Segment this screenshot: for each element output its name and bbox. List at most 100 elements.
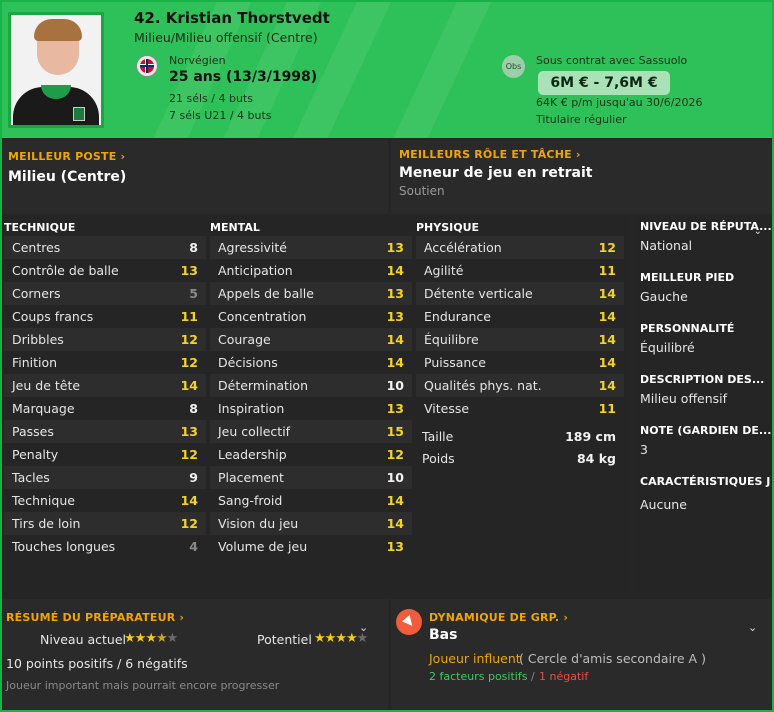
weight-row: Poids 84 kg	[414, 448, 624, 470]
attribute-value: 14	[386, 493, 404, 508]
technique-attribute-row[interactable]: Corners 5	[4, 282, 206, 305]
star-icon: ★	[134, 631, 147, 646]
attribute-value: 11	[180, 309, 198, 324]
attribute-value: 10	[386, 470, 404, 485]
physique-attribute-row[interactable]: Accélération 12	[416, 236, 624, 259]
best-position-panel[interactable]: MEILLEUR POSTE › Milieu (Centre)	[2, 140, 388, 214]
attribute-name: Endurance	[424, 309, 491, 324]
team-dynamics-link[interactable]: DYNAMIQUE DE GRP. ›	[429, 611, 568, 624]
mental-attribute-row[interactable]: Leadership 12	[210, 443, 412, 466]
technique-attribute-row[interactable]: Dribbles 12	[4, 328, 206, 351]
attribute-value: 12	[180, 447, 198, 462]
mental-attribute-row[interactable]: Sang-froid 14	[210, 489, 412, 512]
attribute-name: Anticipation	[218, 263, 293, 278]
technique-attribute-row[interactable]: Tirs de loin 12	[4, 512, 206, 535]
technique-attribute-row[interactable]: Touches longues 4	[4, 535, 206, 558]
side-info-value: Équilibré	[640, 340, 695, 355]
attribute-value: 14	[598, 309, 616, 324]
physique-attribute-row[interactable]: Qualités phys. nat. 14	[416, 374, 624, 397]
attribute-name: Qualités phys. nat.	[424, 378, 542, 393]
attribute-value: 12	[180, 355, 198, 370]
mental-attribute-row[interactable]: Appels de balle 13	[210, 282, 412, 305]
side-info-block: PERSONNALITÉ Équilibré	[640, 322, 772, 355]
attribute-name: Équilibre	[424, 332, 479, 347]
attribute-name: Touches longues	[12, 539, 116, 554]
technique-attribute-row[interactable]: Penalty 12	[4, 443, 206, 466]
mental-attribute-row[interactable]: Détermination 10	[210, 374, 412, 397]
mental-attribute-row[interactable]: Agressivité 13	[210, 236, 412, 259]
coach-report-panel[interactable]: RÉSUMÉ DU PRÉPARATEUR › ⌄ Niveau actuel …	[2, 599, 388, 710]
attribute-value: 8	[189, 401, 198, 416]
star-icon: ★	[124, 631, 136, 646]
wage-and-expiry: 64K € p/m jusqu'au 30/6/2026	[536, 96, 703, 109]
technique-attribute-row[interactable]: Tacles 9	[4, 466, 206, 489]
star-icon: ★	[166, 631, 179, 646]
attribute-value: 13	[180, 424, 198, 439]
attribute-value: 14	[180, 378, 198, 393]
mental-attribute-row[interactable]: Courage 14	[210, 328, 412, 351]
side-info-key: NIVEAU DE RÉPUTA...	[640, 220, 772, 233]
social-circle: ( Cercle d'amis secondaire A )	[519, 651, 706, 666]
physique-attribute-row[interactable]: Détente verticale 14	[416, 282, 624, 305]
technique-attribute-row[interactable]: Finition 12	[4, 351, 206, 374]
attribute-value: 13	[386, 309, 404, 324]
technique-attribute-row[interactable]: Marquage 8	[4, 397, 206, 420]
coach-report-link[interactable]: RÉSUMÉ DU PRÉPARATEUR ›	[6, 611, 184, 624]
coach-points: 10 points positifs / 6 négatifs	[6, 656, 188, 671]
chevron-down-icon[interactable]: ⌄	[748, 621, 757, 634]
attributes-panel: TECHNIQUE Centres 8 Contrôle de balle 13 Cor…	[2, 216, 630, 596]
physique-header: PHYSIQUE	[416, 221, 480, 234]
attribute-name: Appels de balle	[218, 286, 314, 301]
technique-attribute-row[interactable]: Technique 14	[4, 489, 206, 512]
star-icon: ★	[145, 631, 157, 646]
side-info-key: CARACTÉRISTIQUES J	[640, 475, 771, 488]
best-role-panel[interactable]: MEILLEURS RÔLE ET TÂCHE › Meneur de jeu …	[391, 140, 772, 214]
best-position-value: Milieu (Centre)	[8, 169, 127, 185]
attribute-value: 14	[386, 516, 404, 531]
physique-attribute-row[interactable]: Endurance 14	[416, 305, 624, 328]
attribute-value: 14	[386, 332, 404, 347]
side-info-value: Aucune	[640, 497, 687, 512]
attribute-name: Accélération	[424, 240, 502, 255]
attribute-value: 5	[189, 286, 198, 301]
dynamics-compass-icon	[396, 609, 422, 635]
attribute-value: 10	[386, 378, 404, 393]
side-info-key: PERSONNALITÉ	[640, 322, 735, 335]
technique-header: TECHNIQUE	[4, 221, 76, 234]
side-info-value: National	[640, 238, 693, 253]
influence-status[interactable]: Joueur influent	[429, 651, 521, 666]
mental-attribute-row[interactable]: Inspiration 13	[210, 397, 412, 420]
technique-attribute-row[interactable]: Jeu de tête 14	[4, 374, 206, 397]
best-position-link[interactable]: MEILLEUR POSTE ›	[8, 150, 125, 163]
mental-attribute-row[interactable]: Concentration 13	[210, 305, 412, 328]
technique-attribute-row[interactable]: Contrôle de balle 13	[4, 259, 206, 282]
side-info-block: NOTE (GARDIEN DE... 3	[640, 424, 772, 457]
international-caps: 21 séls / 4 buts	[169, 92, 253, 105]
physique-attribute-row[interactable]: Vitesse 11	[416, 397, 624, 420]
physique-attribute-row[interactable]: Puissance 14	[416, 351, 624, 374]
team-dynamics-panel[interactable]: DYNAMIQUE DE GRP. › ⌄ Bas Joueur influen…	[391, 599, 772, 710]
attribute-name: Jeu collectif	[218, 424, 291, 439]
attribute-value: 14	[598, 332, 616, 347]
side-info-value: Gauche	[640, 289, 688, 304]
mental-attribute-row[interactable]: Volume de jeu 13	[210, 535, 412, 558]
scout-obs-icon[interactable]: Obs	[502, 55, 525, 78]
mental-attribute-row[interactable]: Vision du jeu 14	[210, 512, 412, 535]
mental-attribute-row[interactable]: Anticipation 14	[210, 259, 412, 282]
physique-attribute-row[interactable]: Équilibre 14	[416, 328, 624, 351]
technique-attribute-row[interactable]: Centres 8	[4, 236, 206, 259]
attribute-value: 14	[598, 286, 616, 301]
physique-attribute-row[interactable]: Agilité 11	[416, 259, 624, 282]
technique-attribute-row[interactable]: Coups francs 11	[4, 305, 206, 328]
mental-attribute-row[interactable]: Placement 10	[210, 466, 412, 489]
best-role-link[interactable]: MEILLEURS RÔLE ET TÂCHE ›	[399, 148, 581, 161]
attribute-name: Courage	[218, 332, 271, 347]
side-info-block: CARACTÉRISTIQUES J Aucune	[640, 475, 772, 512]
attribute-name: Inspiration	[218, 401, 285, 416]
star-icon: ★	[324, 631, 337, 646]
mental-attribute-row[interactable]: Jeu collectif 15	[210, 420, 412, 443]
mental-attribute-row[interactable]: Décisions 14	[210, 351, 412, 374]
technique-column: TECHNIQUE Centres 8 Contrôle de balle 13 Cor…	[4, 216, 206, 558]
technique-attribute-row[interactable]: Passes 13	[4, 420, 206, 443]
transfer-value-badge[interactable]: 6M € - 7,6M €	[538, 71, 670, 95]
